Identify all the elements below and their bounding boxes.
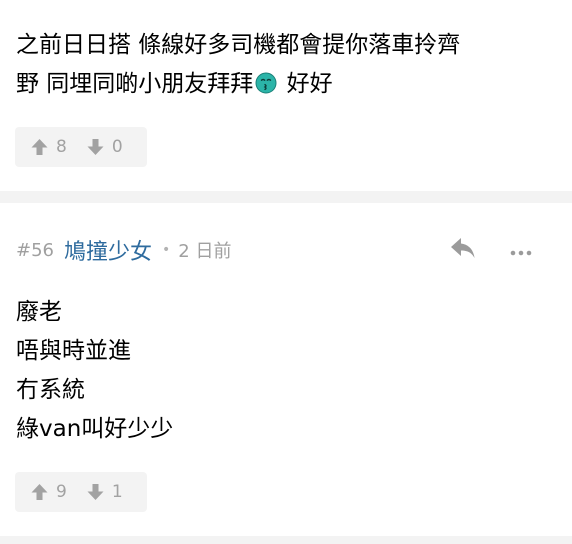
post-body-line: 之前日日搭 條線好多司機都會提你落車拎齊 (16, 32, 461, 58)
post-body: 之前日日搭 條線好多司機都會提你落車拎齊 野 同埋同啲小朋友拜拜 好好 (16, 26, 558, 104)
post-body-line: 廢老 (16, 299, 62, 325)
author-name[interactable]: 鳩撞少女 (64, 234, 152, 266)
comment-thread: 之前日日搭 條線好多司機都會提你落車拎齊 野 同埋同啲小朋友拜拜 好好 8 0 … (0, 0, 572, 544)
upvote-button[interactable]: 8 (31, 127, 67, 167)
timestamp: 2 日前 (178, 241, 232, 262)
post-body: 廢老 唔與時並進 冇系統 綠van叫好少少 (16, 293, 558, 449)
downvote-count: 1 (111, 482, 123, 502)
section-divider (0, 536, 572, 544)
vote-bar: 9 1 (15, 472, 147, 512)
downvote-count: 0 (111, 137, 123, 157)
downvote-button[interactable]: 1 (87, 472, 123, 512)
separator-dot: • (162, 242, 171, 258)
downvote-button[interactable]: 0 (87, 127, 123, 167)
more-options-button[interactable] (505, 234, 537, 266)
post-body-line: 綠van叫好少少 (16, 416, 174, 442)
arrow-up-icon (31, 483, 48, 501)
upvote-count: 9 (56, 482, 67, 502)
post-body-text: 好好 (279, 71, 333, 97)
vote-bar: 8 0 (15, 127, 147, 167)
upvote-button[interactable]: 9 (31, 472, 67, 512)
reply-icon (450, 237, 476, 263)
reply-button[interactable] (446, 234, 480, 266)
arrow-up-icon (31, 138, 48, 156)
more-dots-icon (510, 241, 532, 260)
reply-number: #56 (16, 239, 54, 261)
post-body-line: 唔與時並進 (16, 338, 131, 364)
kissing-face-icon (255, 68, 277, 94)
arrow-down-icon (87, 483, 104, 501)
post-body-line: 冇系統 (16, 377, 85, 403)
post-body-text: 野 同埋同啲小朋友拜拜 (16, 71, 254, 97)
section-divider (0, 191, 572, 203)
post-body-line: 野 同埋同啲小朋友拜拜 好好 (16, 65, 558, 104)
upvote-count: 8 (56, 137, 67, 157)
arrow-down-icon (87, 138, 104, 156)
